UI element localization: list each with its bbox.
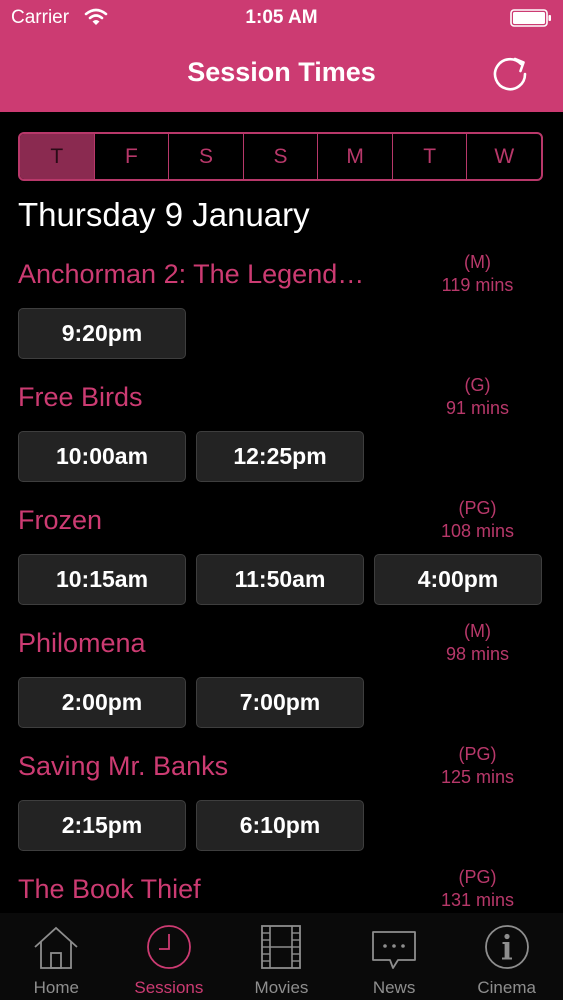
movie-rating: (PG)	[458, 867, 497, 887]
session-time-button[interactable]: 10:15am	[18, 554, 186, 605]
session-time-button[interactable]: 2:00pm	[18, 677, 186, 728]
movie-session: Philomena (M) 98 mins 2:00pm 7:00pm	[0, 621, 563, 751]
tab-sessions[interactable]: Sessions	[113, 913, 226, 1000]
session-times: 2:15pm 6:10pm	[18, 800, 374, 851]
movie-meta: (G) 91 mins	[405, 374, 550, 420]
session-time-button[interactable]: 10:00am	[18, 431, 186, 482]
status-bar: Carrier 1:05 AM	[0, 0, 563, 38]
movie-title[interactable]: Anchorman 2: The Legend…	[18, 259, 364, 290]
session-times: 10:00am 12:25pm	[18, 431, 374, 482]
movie-rating: (M)	[464, 621, 491, 641]
day-tab-friday[interactable]: F	[93, 134, 169, 179]
movie-title[interactable]: The Book Thief	[18, 874, 201, 905]
movie-session: Anchorman 2: The Legend… (M) 119 mins 9:…	[0, 252, 563, 382]
tab-news[interactable]: News	[338, 913, 451, 1000]
movie-title[interactable]: Saving Mr. Banks	[18, 751, 228, 782]
movie-session: The Book Thief (PG) 131 mins	[0, 867, 563, 913]
movie-rating: (PG)	[458, 498, 497, 518]
home-icon	[34, 926, 78, 969]
movie-duration: 108 mins	[440, 521, 515, 541]
movie-meta: (M) 98 mins	[405, 620, 550, 666]
movie-duration: 91 mins	[445, 398, 510, 418]
session-time-button[interactable]: 7:00pm	[196, 677, 364, 728]
tab-label: Home	[33, 978, 79, 997]
session-times: 9:20pm	[18, 308, 196, 359]
page-title: Session Times	[187, 57, 376, 87]
session-time-button[interactable]: 4:00pm	[374, 554, 542, 605]
movie-duration: 125 mins	[440, 767, 515, 787]
chat-bubble-icon	[372, 931, 416, 969]
tab-label: Sessions	[134, 978, 204, 997]
session-time-button[interactable]: 12:25pm	[196, 431, 364, 482]
header-bar: Carrier 1:05 AM Session Times	[0, 0, 563, 112]
day-tab-sunday[interactable]: S	[242, 134, 318, 179]
movie-duration: 131 mins	[440, 890, 515, 910]
movie-title[interactable]: Philomena	[18, 628, 146, 659]
day-tab-monday[interactable]: M	[317, 134, 392, 179]
movie-session: Saving Mr. Banks (PG) 125 mins 2:15pm 6:…	[0, 744, 563, 874]
movie-session: Frozen (PG) 108 mins 10:15am 11:50am 4:0…	[0, 498, 563, 628]
session-time-button[interactable]: 6:10pm	[196, 800, 364, 851]
movie-rating: (PG)	[458, 744, 497, 764]
tab-home[interactable]: Home	[0, 913, 113, 1000]
movie-session: Free Birds (G) 91 mins 10:00am 12:25pm	[0, 375, 563, 505]
movie-meta: (PG) 131 mins	[405, 866, 550, 912]
movie-title[interactable]: Free Birds	[18, 382, 143, 413]
movie-title[interactable]: Frozen	[18, 505, 102, 536]
tab-label: Cinema	[477, 978, 536, 997]
tab-label: News	[372, 978, 416, 997]
movie-meta: (PG) 108 mins	[405, 497, 550, 543]
movie-rating: (G)	[464, 375, 491, 395]
session-time-button[interactable]: 11:50am	[196, 554, 364, 605]
tab-cinema[interactable]: Cinema	[450, 913, 563, 1000]
session-times: 2:00pm 7:00pm	[18, 677, 374, 728]
info-icon	[484, 925, 529, 969]
film-icon	[261, 925, 302, 969]
tab-bar: Home Sessions Movies News Cinema	[0, 913, 563, 1000]
movie-meta: (M) 119 mins	[405, 251, 550, 297]
movie-duration: 98 mins	[445, 644, 510, 664]
clock-icon	[146, 925, 191, 969]
day-selector: T F S S M T W	[18, 132, 543, 181]
session-time-button[interactable]: 9:20pm	[18, 308, 186, 359]
refresh-icon[interactable]	[488, 52, 532, 96]
movie-duration: 119 mins	[441, 275, 514, 295]
day-tab-tuesday[interactable]: T	[391, 134, 467, 179]
tab-movies[interactable]: Movies	[225, 913, 338, 1000]
status-time: 1:05 AM	[245, 7, 318, 28]
date-heading: Thursday 9 January	[18, 196, 310, 233]
session-time-button[interactable]: 2:15pm	[18, 800, 186, 851]
tab-label: Movies	[254, 978, 309, 997]
day-tab-wednesday[interactable]: W	[466, 134, 541, 179]
day-tab-saturday[interactable]: S	[168, 134, 243, 179]
day-tab-thursday[interactable]: T	[20, 134, 94, 179]
battery-icon	[510, 9, 551, 27]
session-times: 10:15am 11:50am 4:00pm	[18, 554, 552, 605]
movie-meta: (PG) 125 mins	[405, 743, 550, 789]
movie-rating: (M)	[464, 252, 491, 272]
